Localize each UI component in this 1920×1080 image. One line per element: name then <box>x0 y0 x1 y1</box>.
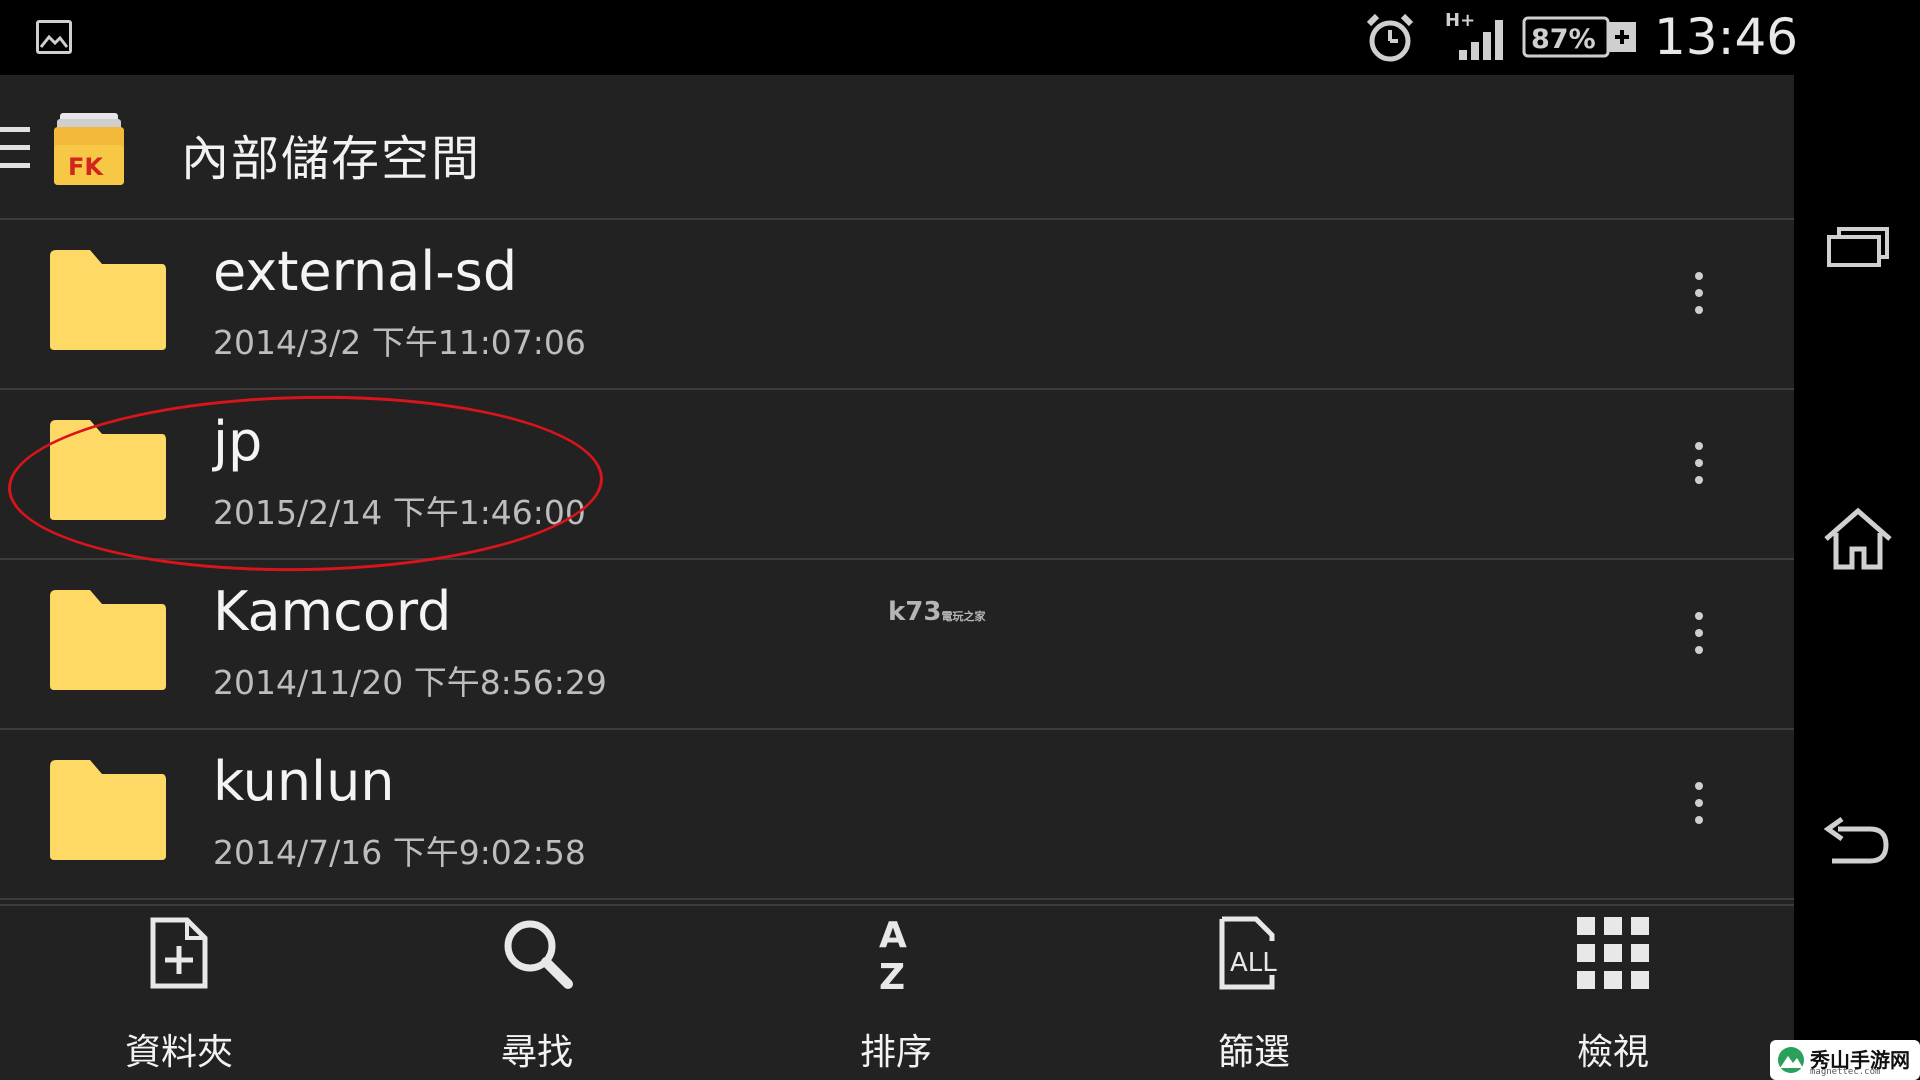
home-icon[interactable] <box>1822 507 1894 575</box>
view-button[interactable]: 檢視 <box>1523 913 1703 1080</box>
app-logo-icon[interactable]: FK <box>52 111 126 191</box>
mountain-logo-icon <box>1776 1046 1806 1078</box>
sort-button[interactable]: A Z 排序 <box>806 913 986 1080</box>
new-folder-button[interactable]: 資料夾 <box>89 913 269 1080</box>
watermark: k73電玩之家 <box>888 597 985 627</box>
list-item[interactable]: external-sd 2014/3/2 下午11:07:06 <box>0 220 1794 390</box>
list-item-partial <box>0 890 1794 906</box>
sort-az-icon: A Z <box>871 913 921 998</box>
alarm-icon <box>1365 12 1415 68</box>
more-options-icon[interactable] <box>1692 272 1706 332</box>
file-name: Kamcord <box>213 580 452 643</box>
folder-icon <box>46 248 168 356</box>
more-options-icon[interactable] <box>1692 612 1706 672</box>
page-title: 內部儲存空間 <box>181 131 482 187</box>
bottom-toolbar: 資料夾 尋找 A Z 排序 ALL 篩選 檢視 <box>0 913 1794 1080</box>
sort-icon-top: A <box>879 915 907 956</box>
watermark-main: k73 <box>888 597 942 627</box>
status-bar: H+ 87% 13:46 <box>0 0 1920 75</box>
more-options-icon[interactable] <box>1692 442 1706 502</box>
file-manager-app: FK 內部儲存空間 external-sd 2014/3/2 下午11:07:0… <box>0 75 1794 1080</box>
file-date: 2014/11/20 下午8:56:29 <box>213 663 607 702</box>
sort-icon-bottom: Z <box>879 957 905 993</box>
view-label: 檢視 <box>1576 1032 1649 1073</box>
file-list: external-sd 2014/3/2 下午11:07:06 jp 2015/… <box>0 220 1794 900</box>
filter-all-icon: ALL <box>1218 915 1290 995</box>
file-date: 2014/7/16 下午9:02:58 <box>213 833 586 872</box>
recent-apps-icon[interactable] <box>1827 225 1891 273</box>
toolbar: FK 內部儲存空間 <box>0 75 1794 220</box>
filter-label: 篩選 <box>1217 1032 1290 1073</box>
file-name: external-sd <box>213 240 518 303</box>
battery-icon: 87% <box>1522 16 1637 64</box>
back-icon[interactable] <box>1823 815 1890 871</box>
watermark-sub: 電玩之家 <box>941 610 986 623</box>
search-label: 尋找 <box>500 1032 573 1073</box>
file-date: 2014/3/2 下午11:07:06 <box>213 323 586 362</box>
menu-icon[interactable] <box>0 127 30 169</box>
folder-icon <box>46 588 168 696</box>
more-options-icon[interactable] <box>1692 782 1706 842</box>
list-item[interactable]: jp 2015/2/14 下午1:46:00 <box>0 390 1794 577</box>
folder-icon <box>46 758 168 866</box>
search-icon <box>500 916 574 994</box>
corner-watermark-logo: 秀山手游网 magnettec.com <box>1770 1040 1920 1080</box>
filter-icon-text: ALL <box>1230 948 1277 978</box>
list-item[interactable]: kunlun 2014/7/16 下午9:02:58 <box>0 730 1794 900</box>
search-button[interactable]: 尋找 <box>447 913 627 1080</box>
network-type-label: H+ <box>1445 10 1475 31</box>
grid-view-icon <box>1575 915 1651 995</box>
filter-button[interactable]: ALL 篩選 <box>1164 913 1344 1080</box>
sort-label: 排序 <box>859 1032 932 1073</box>
battery-percent: 87% <box>1531 24 1596 55</box>
clock: 13:46 <box>1654 8 1799 66</box>
signal-icon: H+ <box>1445 10 1511 66</box>
new-folder-label: 資料夾 <box>124 1032 233 1073</box>
navigation-bar <box>1794 75 1920 1080</box>
list-item[interactable]: Kamcord 2014/11/20 下午8:56:29 <box>0 560 1794 730</box>
corner-logo-sub: magnettec.com <box>1810 1067 1881 1077</box>
app-logo-text: FK <box>68 153 104 181</box>
gallery-notification-icon <box>36 20 72 54</box>
new-file-icon <box>149 916 209 994</box>
file-name: kunlun <box>213 750 395 813</box>
